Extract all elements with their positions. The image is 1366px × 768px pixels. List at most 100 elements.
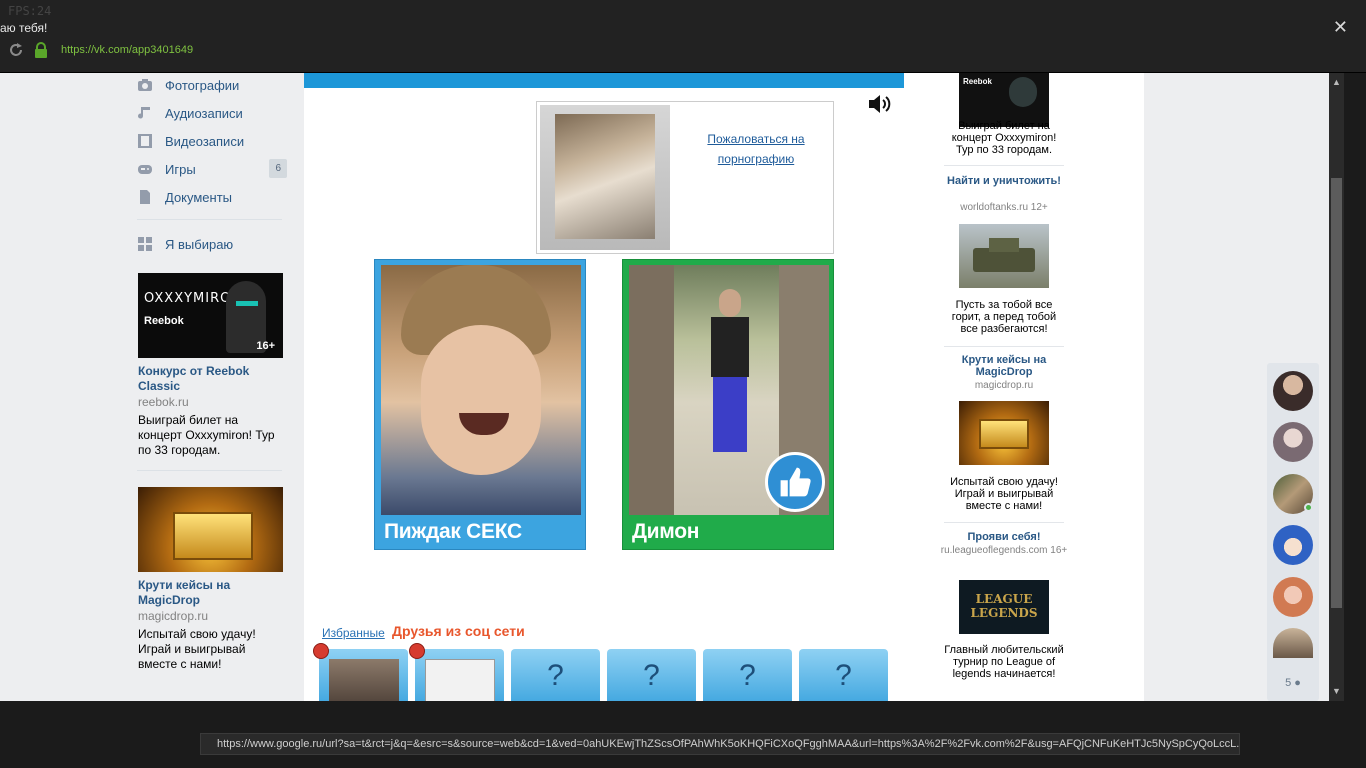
address-url[interactable]: https://vk.com/app3401649 [61, 44, 193, 56]
ad-image-magicdrop[interactable] [138, 487, 283, 572]
grid-icon [138, 237, 152, 251]
chat-count-value: 5 [1285, 677, 1292, 689]
ad-chest-shape [979, 419, 1029, 449]
arch-wall-left [629, 265, 674, 515]
ad-title[interactable]: Прояви себя! [944, 531, 1064, 543]
app-frame: Пожаловаться на порнографию Пиждак СЕКС [304, 73, 904, 701]
window-topbar: FPS:24 аю тебя! ✕ https://vk.com/app3401… [0, 0, 1366, 73]
ad-text: Испытай свою удачу! Играй и выигрывай вм… [138, 627, 256, 671]
ad-divider [137, 470, 282, 471]
report-porn-link[interactable]: Пожаловаться на порнографию [697, 129, 815, 169]
age-rating: 16+ [256, 340, 275, 352]
ad-domain: ru.leagueoflegends.com 16+ [940, 545, 1068, 556]
tank-turret [989, 238, 1019, 252]
scroll-thumb[interactable] [1331, 178, 1342, 608]
close-icon[interactable]: ✕ [1333, 17, 1348, 38]
person-icon: ● [1294, 677, 1301, 689]
chat-avatar[interactable] [1273, 371, 1313, 411]
person-head [719, 289, 741, 317]
menu-item-photos[interactable]: Фотографии [137, 74, 287, 96]
person-legs [713, 377, 747, 452]
app-header [304, 73, 904, 88]
ad-domain: worldoftanks.ru 12+ [960, 202, 1048, 213]
friend-slot-empty[interactable]: ? [511, 649, 600, 701]
camera-icon [138, 79, 152, 91]
friend-slot-empty[interactable]: ? [703, 649, 792, 701]
ad-image-magicdrop[interactable] [959, 401, 1049, 465]
vote-card-left[interactable]: Пиждак СЕКС [374, 259, 586, 550]
ad-divider [944, 346, 1064, 347]
chat-avatar[interactable] [1273, 474, 1313, 514]
menu-item-label: Игры [165, 161, 196, 177]
speaker-icon[interactable] [868, 93, 894, 115]
ad-text: Испытай свою удачу! Играй и выигрывай вм… [950, 476, 1058, 512]
vote-card-right[interactable]: Димон [622, 259, 834, 550]
status-bar-url: https://www.google.ru/url?sa=t&rct=j&q=&… [200, 733, 1240, 755]
ad-title[interactable]: Конкурс от Reebok Classic [138, 364, 288, 394]
gamepad-icon [138, 165, 152, 174]
ad-mask-glow [236, 301, 258, 306]
fast-chat-panel: 5 ● [1267, 363, 1319, 701]
friend-slot-empty[interactable]: ? [799, 649, 888, 701]
menu-item-audio[interactable]: Аудиозаписи [137, 102, 287, 124]
ad-image-league[interactable]: LEAGUE LEGENDS [959, 580, 1049, 634]
menu-item-label: Фотографии [165, 77, 240, 93]
ad-title[interactable]: Крути кейсы на MagicDrop [944, 354, 1064, 378]
menu-item-choose[interactable]: Я выбираю [137, 233, 287, 255]
chat-avatar[interactable] [1273, 577, 1313, 617]
ad-domain: reebok.ru [138, 395, 189, 409]
menu-divider [137, 219, 282, 220]
face-shape [421, 325, 541, 475]
report-box: Пожаловаться на порнографию [536, 101, 834, 254]
menu-item-games[interactable]: Игры 6 [137, 158, 287, 180]
root: FPS:24 аю тебя! ✕ https://vk.com/app3401… [0, 0, 1366, 768]
ad-image-oxxxymiron[interactable]: Reebok [959, 73, 1049, 127]
friend-slot-empty[interactable]: ? [607, 649, 696, 701]
scroll-up-icon[interactable]: ▲ [1329, 75, 1344, 90]
tab-favorites[interactable]: Избранные [322, 626, 385, 640]
ad-text: Главный любительский турнир по League of… [944, 644, 1064, 680]
chat-avatar[interactable] [1273, 628, 1313, 658]
music-note-icon [138, 107, 150, 119]
friend-photo [329, 659, 399, 701]
ad-divider [944, 165, 1064, 166]
document-icon [140, 190, 150, 204]
reebok-logo: Reebok [144, 315, 184, 327]
ad-divider [944, 522, 1064, 523]
ad-domain: magicdrop.ru [974, 380, 1034, 391]
question-mark: ? [739, 659, 756, 692]
games-count-badge: 6 [269, 159, 287, 178]
menu-item-label: Документы [165, 189, 233, 205]
page-scrollbar[interactable]: ▲ ▼ [1329, 73, 1344, 701]
menu-item-video[interactable]: Видеозаписи [137, 130, 287, 152]
reebok-logo: Reebok [963, 77, 992, 86]
ad-chest-shape [173, 512, 253, 560]
friend-photo [425, 659, 495, 701]
chat-avatar[interactable] [1273, 525, 1313, 565]
ad-image-tank[interactable] [959, 224, 1049, 288]
menu-item-label: Аудиозаписи [165, 105, 243, 121]
chat-avatar[interactable] [1273, 422, 1313, 462]
tab-social-friends[interactable]: Друзья из соц сети [392, 623, 525, 639]
film-icon [138, 134, 152, 148]
ad-title[interactable]: Крути кейсы на MagicDrop [138, 578, 288, 608]
card-name: Димон [632, 520, 700, 543]
league-logo: LEAGUE LEGENDS [970, 592, 1038, 620]
ad-image-oxxxymiron[interactable]: OXXXYMIRON Reebok 16+ [138, 273, 283, 358]
ad-title[interactable]: Найти и уничтожить! [944, 175, 1064, 187]
friend-slot[interactable] [409, 643, 504, 701]
scroll-down-icon[interactable]: ▼ [1329, 684, 1344, 699]
chat-count[interactable]: 5 ● [1267, 677, 1319, 689]
refresh-icon[interactable] [8, 42, 24, 58]
person-torso [711, 317, 749, 377]
fps-counter: FPS:24 [8, 4, 52, 18]
window-title: аю тебя! [0, 21, 48, 35]
online-indicator [1304, 503, 1313, 512]
vk-page: Фотографии Аудиозаписи Видеозаписи Игры … [0, 73, 1344, 701]
menu-item-documents[interactable]: Документы [137, 186, 287, 208]
reported-photo-image [555, 114, 655, 239]
reported-photo [540, 105, 670, 250]
thumbs-up-icon [765, 452, 825, 512]
friend-slot[interactable] [313, 643, 408, 701]
notification-dot [409, 643, 425, 659]
